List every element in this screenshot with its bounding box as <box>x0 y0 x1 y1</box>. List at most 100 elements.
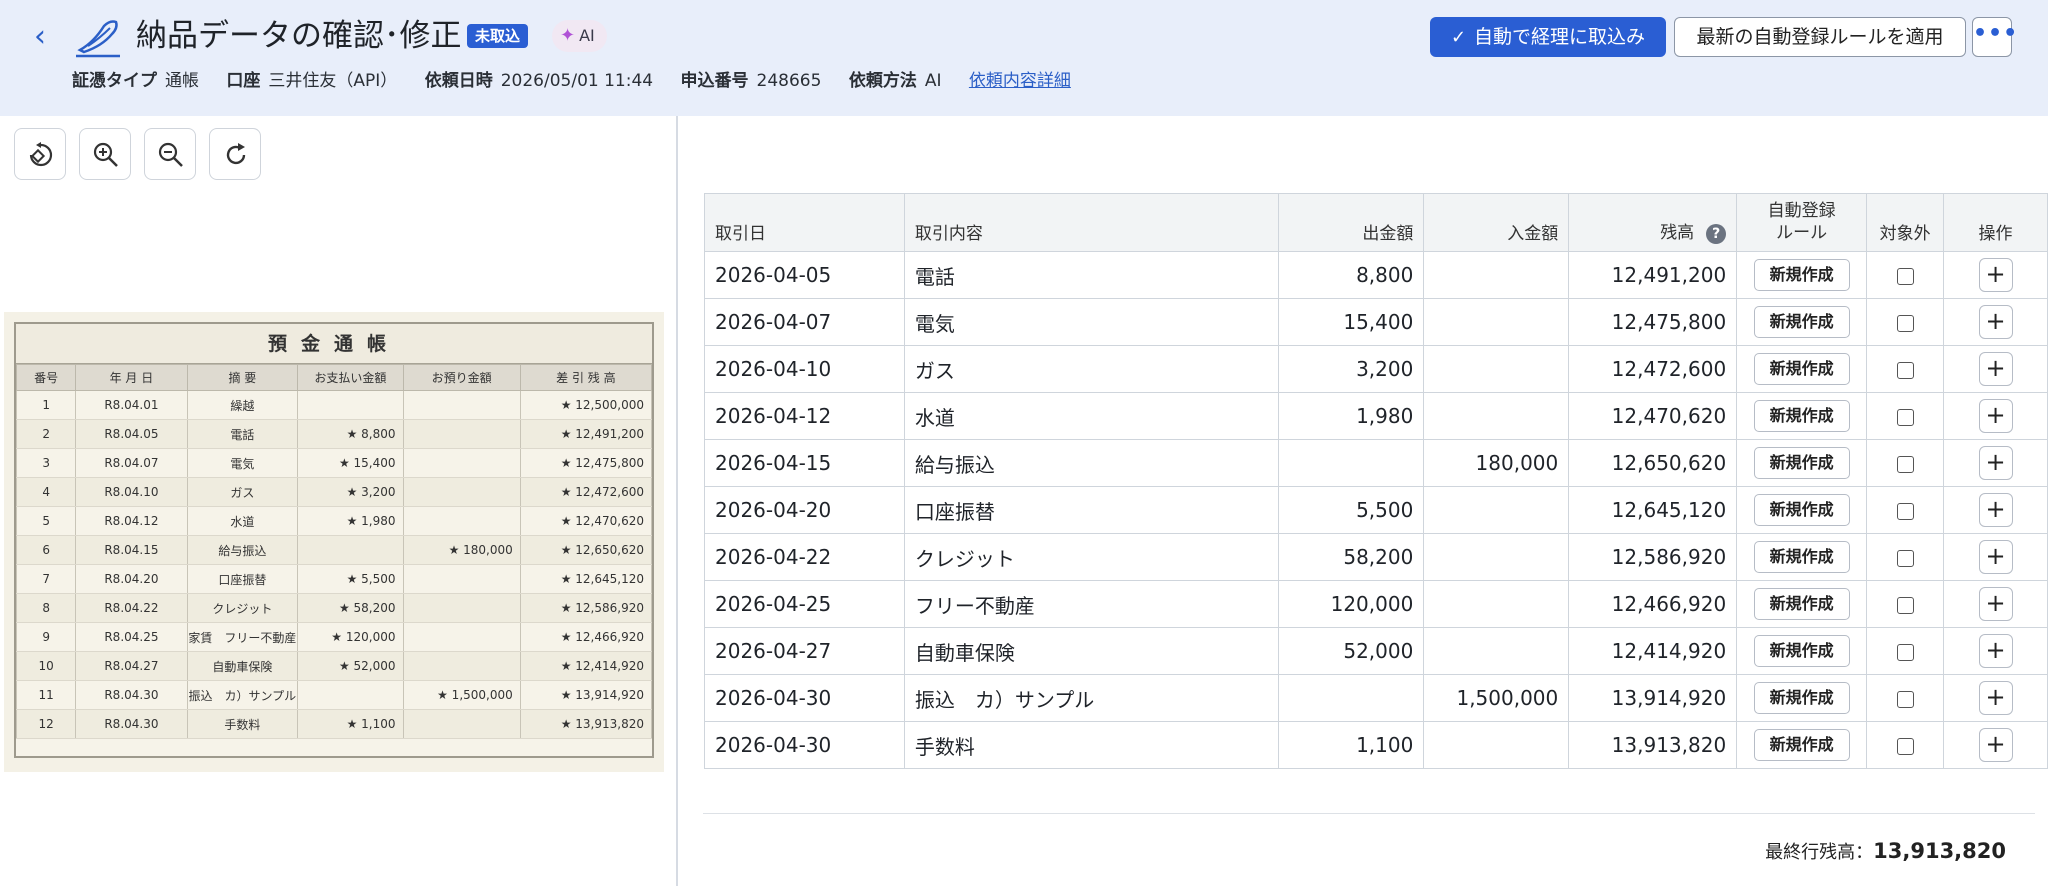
cell-withdrawal[interactable]: 120,000 <box>1278 580 1425 628</box>
zoom-in-button[interactable] <box>79 128 131 180</box>
auto-import-button[interactable]: ✓ 自動で経理に取込み <box>1430 17 1666 57</box>
cell-balance[interactable]: 12,586,920 <box>1568 533 1738 581</box>
create-rule-button[interactable]: 新規作成 <box>1753 306 1850 338</box>
cell-description[interactable]: 給与振込 <box>903 439 1280 487</box>
exclude-checkbox[interactable] <box>1896 362 1914 379</box>
add-row-button[interactable]: + <box>1978 258 2013 292</box>
cell-withdrawal[interactable]: 15,400 <box>1278 298 1425 346</box>
exclude-checkbox[interactable] <box>1896 644 1914 661</box>
cell-description[interactable]: 水道 <box>903 392 1280 440</box>
exclude-checkbox[interactable] <box>1896 738 1914 755</box>
cell-deposit[interactable] <box>1423 580 1570 628</box>
cell-date[interactable]: 2026-04-25 <box>704 580 905 628</box>
cell-description[interactable]: 電気 <box>903 298 1280 346</box>
create-rule-button[interactable]: 新規作成 <box>1753 729 1850 761</box>
add-row-button[interactable]: + <box>1978 681 2013 715</box>
cell-deposit[interactable]: 1,500,000 <box>1423 674 1570 722</box>
exclude-checkbox[interactable] <box>1896 456 1914 473</box>
cell-description[interactable]: 振込 カ）サンプル <box>903 674 1280 722</box>
create-rule-button[interactable]: 新規作成 <box>1753 635 1850 667</box>
cell-withdrawal[interactable]: 5,500 <box>1278 486 1425 534</box>
cell-balance[interactable]: 12,472,600 <box>1568 345 1738 393</box>
cell-date[interactable]: 2026-04-12 <box>704 392 905 440</box>
create-rule-button[interactable]: 新規作成 <box>1753 682 1850 714</box>
cell-description[interactable]: 電話 <box>903 251 1280 299</box>
cell-description[interactable]: クレジット <box>903 533 1280 581</box>
cell-withdrawal[interactable]: 58,200 <box>1278 533 1425 581</box>
cell-date[interactable]: 2026-04-22 <box>704 533 905 581</box>
exclude-checkbox[interactable] <box>1896 503 1914 520</box>
cell-date[interactable]: 2026-04-30 <box>704 674 905 722</box>
apply-rules-button[interactable]: 最新の自動登録ルールを適用 <box>1674 17 1966 57</box>
cell-balance[interactable]: 12,475,800 <box>1568 298 1738 346</box>
exclude-checkbox[interactable] <box>1896 550 1914 567</box>
create-rule-button[interactable]: 新規作成 <box>1753 541 1850 573</box>
exclude-checkbox[interactable] <box>1896 691 1914 708</box>
cell-date[interactable]: 2026-04-30 <box>704 721 905 769</box>
cell-description[interactable]: 自動車保険 <box>903 627 1280 675</box>
cell-description[interactable]: フリー不動産 <box>903 580 1280 628</box>
more-menu-button[interactable]: ••• <box>1972 17 2017 57</box>
cell-withdrawal[interactable]: 1,980 <box>1278 392 1425 440</box>
cell-deposit[interactable] <box>1423 721 1570 769</box>
add-row-button[interactable]: + <box>1978 352 2013 386</box>
cell-withdrawal[interactable]: 1,100 <box>1278 721 1425 769</box>
zoom-out-button[interactable] <box>144 128 196 180</box>
cell-deposit[interactable] <box>1423 251 1570 299</box>
cell-description[interactable]: ガス <box>903 345 1280 393</box>
cell-withdrawal[interactable] <box>1278 674 1425 722</box>
cell-deposit[interactable] <box>1423 298 1570 346</box>
cell-date[interactable]: 2026-04-15 <box>704 439 905 487</box>
create-rule-button[interactable]: 新規作成 <box>1753 588 1850 620</box>
cell-deposit[interactable] <box>1423 486 1570 534</box>
cell-balance[interactable]: 12,466,920 <box>1568 580 1738 628</box>
cell-balance[interactable]: 12,650,620 <box>1568 439 1738 487</box>
cell-balance[interactable]: 13,914,920 <box>1568 674 1738 722</box>
cell-deposit[interactable] <box>1423 533 1570 581</box>
refresh-button[interactable] <box>209 128 261 180</box>
help-icon[interactable]: ? <box>1706 224 1727 244</box>
exclude-checkbox[interactable] <box>1896 409 1914 426</box>
create-rule-button[interactable]: 新規作成 <box>1753 494 1850 526</box>
create-rule-button[interactable]: 新規作成 <box>1753 447 1850 479</box>
cell-balance[interactable]: 12,645,120 <box>1568 486 1738 534</box>
cell-deposit[interactable] <box>1423 392 1570 440</box>
cell-balance[interactable]: 12,470,620 <box>1568 392 1738 440</box>
back-chevron-icon[interactable]: ‹ <box>34 22 58 52</box>
sparkle-icon: ✦ <box>560 25 576 46</box>
add-row-button[interactable]: + <box>1978 446 2013 480</box>
cell-balance[interactable]: 13,913,820 <box>1568 721 1738 769</box>
cell-description[interactable]: 口座振替 <box>903 486 1280 534</box>
cell-date[interactable]: 2026-04-10 <box>704 345 905 393</box>
exclude-checkbox[interactable] <box>1896 597 1914 614</box>
cell-deposit[interactable] <box>1423 345 1570 393</box>
add-row-button[interactable]: + <box>1978 634 2013 668</box>
zoom-out-icon <box>158 142 183 167</box>
cell-deposit[interactable] <box>1423 627 1570 675</box>
create-rule-button[interactable]: 新規作成 <box>1753 400 1850 432</box>
cell-withdrawal[interactable] <box>1278 439 1425 487</box>
cell-withdrawal[interactable]: 3,200 <box>1278 345 1425 393</box>
cell-description[interactable]: 手数料 <box>903 721 1280 769</box>
exclude-checkbox[interactable] <box>1896 268 1914 285</box>
create-rule-button[interactable]: 新規作成 <box>1753 259 1850 291</box>
cell-balance[interactable]: 12,414,920 <box>1568 627 1738 675</box>
add-row-button[interactable]: + <box>1978 587 2013 621</box>
rotate-button[interactable] <box>14 128 66 180</box>
cell-date[interactable]: 2026-04-07 <box>704 298 905 346</box>
cell-date[interactable]: 2026-04-20 <box>704 486 905 534</box>
cell-deposit[interactable]: 180,000 <box>1423 439 1570 487</box>
add-row-button[interactable]: + <box>1978 493 2013 527</box>
cell-date[interactable]: 2026-04-27 <box>704 627 905 675</box>
add-row-button[interactable]: + <box>1978 305 2013 339</box>
request-detail-link[interactable]: 依頼内容詳細 <box>969 71 1071 91</box>
cell-withdrawal[interactable]: 52,000 <box>1278 627 1425 675</box>
cell-withdrawal[interactable]: 8,800 <box>1278 251 1425 299</box>
add-row-button[interactable]: + <box>1978 399 2013 433</box>
cell-date[interactable]: 2026-04-05 <box>704 251 905 299</box>
add-row-button[interactable]: + <box>1978 540 2013 574</box>
cell-balance[interactable]: 12,491,200 <box>1568 251 1738 299</box>
create-rule-button[interactable]: 新規作成 <box>1753 353 1850 385</box>
add-row-button[interactable]: + <box>1978 728 2013 762</box>
exclude-checkbox[interactable] <box>1896 315 1914 332</box>
